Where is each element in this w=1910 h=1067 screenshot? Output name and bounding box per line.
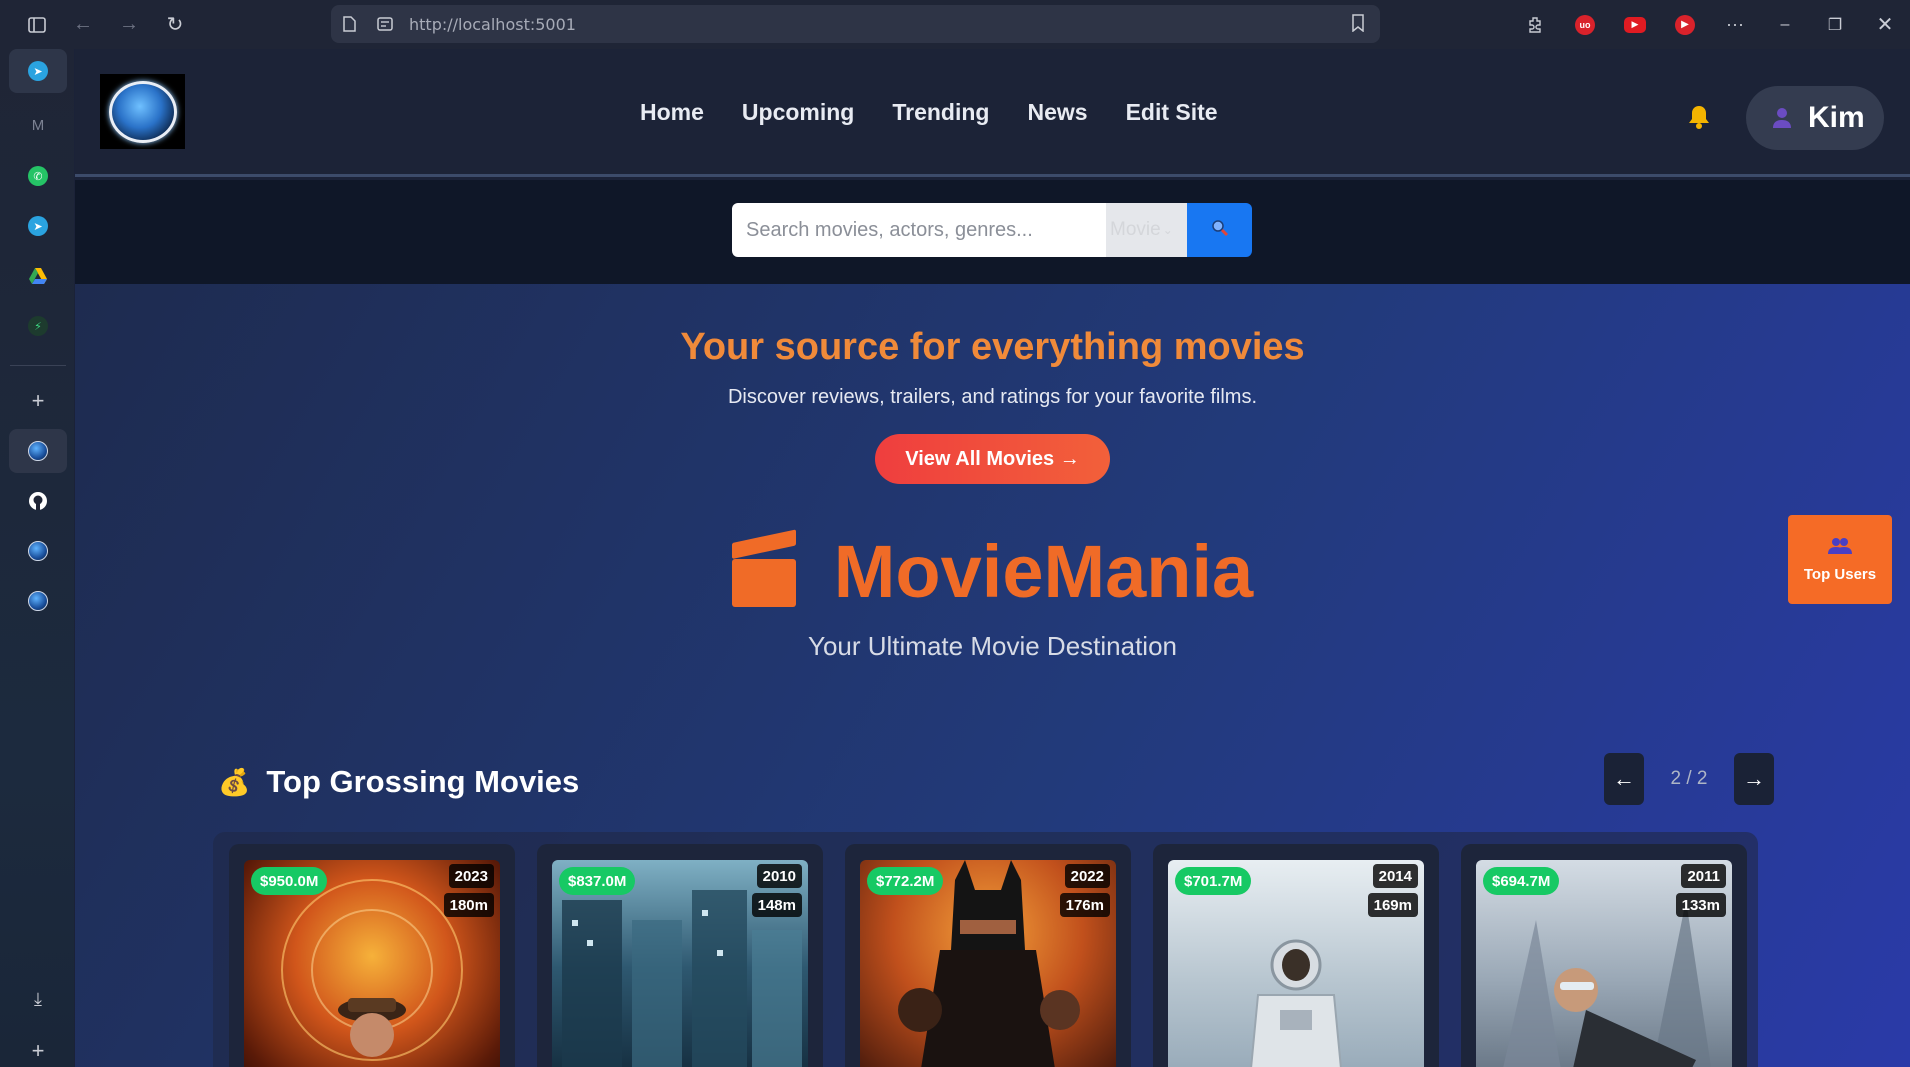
carousel-next-button[interactable]: → (1734, 753, 1774, 805)
search-button[interactable] (1187, 203, 1252, 257)
search-bar-section: Movie⌄ (75, 180, 1910, 284)
search-icon (1211, 219, 1229, 242)
carousel-prev-button[interactable]: ← (1604, 753, 1644, 805)
nav-upcoming[interactable]: Upcoming (742, 99, 854, 126)
gross-badge: $701.7M (1175, 867, 1252, 895)
section-header: 💰 Top Grossing Movies (218, 764, 579, 800)
runtime-badge: 148m (751, 893, 802, 917)
globe-logo-icon (108, 80, 177, 143)
hero-title: Your source for everything movies (680, 326, 1305, 368)
movie-card[interactable]: $950.0M 2023 180m (229, 844, 515, 1067)
globe-tab-icon-2[interactable] (9, 579, 67, 623)
movie-card[interactable]: $701.7M 2014 169m (1153, 844, 1439, 1067)
minimize-icon[interactable]: – (1760, 0, 1810, 49)
main-nav: Home Upcoming Trending News Edit Site (640, 99, 1256, 126)
user-menu-button[interactable]: Kim (1746, 86, 1884, 150)
favorites-icon[interactable] (1350, 14, 1366, 37)
nav-home[interactable]: Home (640, 99, 704, 126)
runtime-badge: 133m (1675, 893, 1726, 917)
forward-icon[interactable]: → (106, 0, 152, 49)
brand-name: MovieMania (833, 530, 1254, 613)
sidebar-toggle-icon[interactable] (14, 0, 60, 49)
browser-toolbar: ← → ↻ http://localhost:5001 uo ▶ ▶ ··· –… (0, 0, 1910, 49)
site-info-icon[interactable] (367, 5, 403, 43)
bolt-sidebar-icon[interactable]: ⚡ (9, 304, 67, 348)
add-sidebar-app-icon[interactable]: + (9, 379, 67, 423)
runtime-badge: 169m (1367, 893, 1418, 917)
movie-poster[interactable]: $837.0M 2010 148m (552, 860, 808, 1067)
ublock-icon[interactable]: uo (1560, 0, 1610, 49)
money-bag-icon: 💰 (218, 766, 251, 797)
youtube-player-icon[interactable]: ▶ (1660, 0, 1710, 49)
globe-tab-icon[interactable] (9, 529, 67, 573)
url-text: http://localhost:5001 (409, 14, 576, 34)
github-sidebar-icon[interactable] (9, 479, 67, 523)
view-all-movies-button[interactable]: View All Movies → (875, 434, 1110, 484)
brand-banner: MovieMania (75, 528, 1910, 614)
page-icon (331, 5, 367, 43)
nav-edit-site[interactable]: Edit Site (1126, 99, 1218, 126)
extensions-icon[interactable] (1510, 0, 1560, 49)
movie-card[interactable]: $837.0M 2010 148m (537, 844, 823, 1067)
year-badge: 2022 (1064, 864, 1110, 888)
user-name: Kim (1808, 101, 1865, 134)
year-badge: 2011 (1681, 864, 1726, 888)
browser-sidebar: ➤ M ✆ ➤ ⚡ + ⤓ + (0, 49, 74, 1067)
telegram-sidebar-icon[interactable]: ➤ (9, 49, 67, 93)
youtube-extension-icon[interactable]: ▶ (1610, 0, 1660, 49)
gross-badge: $694.7M (1483, 867, 1560, 895)
users-icon (1828, 537, 1852, 560)
carousel-pager: ← 2 / 2 → (1604, 753, 1774, 805)
downloads-icon[interactable]: ⤓ (9, 977, 67, 1021)
nav-news[interactable]: News (1027, 99, 1087, 126)
year-badge: 2010 (756, 864, 802, 888)
gross-badge: $837.0M (559, 867, 636, 895)
top-users-button[interactable]: Top Users (1788, 515, 1892, 604)
hero-section: Your source for everything movies Discov… (75, 284, 1910, 1067)
movie-carousel: $950.0M 2023 180m $837.0M 2010 148m $772… (213, 832, 1758, 1067)
carousel-page-indicator: 2 / 2 (1670, 768, 1708, 789)
movie-poster[interactable]: $772.2M 2022 176m (860, 860, 1116, 1067)
clapperboard-icon (731, 528, 796, 607)
year-badge: 2014 (1372, 864, 1418, 888)
search-input[interactable] (746, 218, 1106, 242)
movie-poster[interactable]: $694.7M 2011 133m (1476, 860, 1732, 1067)
search-type-select[interactable]: Movie ⌄ (1106, 203, 1187, 257)
notification-bell-icon[interactable] (1687, 104, 1711, 137)
year-badge: 2023 (448, 864, 494, 888)
runtime-badge: 176m (1059, 893, 1110, 917)
reload-icon[interactable]: ↻ (152, 0, 198, 49)
hero-subtitle: Discover reviews, trailers, and ratings … (727, 386, 1258, 408)
user-avatar-icon (1772, 107, 1794, 129)
browser-extensions: uo ▶ ▶ ··· – ❐ ✕ (1510, 0, 1910, 49)
gross-badge: $950.0M (251, 867, 328, 895)
address-bar[interactable]: http://localhost:5001 (331, 5, 1380, 43)
site-logo[interactable] (100, 74, 185, 149)
runtime-badge: 180m (443, 893, 494, 917)
telegram-sidebar-icon-2[interactable]: ➤ (9, 204, 67, 248)
restore-icon[interactable]: ❐ (1810, 0, 1860, 49)
whatsapp-sidebar-icon[interactable]: ✆ (9, 154, 67, 198)
search-type-value: Movie (1110, 219, 1161, 240)
webpage: Home Upcoming Trending News Edit Site Ki… (75, 49, 1910, 1067)
brand-tagline: Your Ultimate Movie Destination (808, 631, 1177, 661)
nav-trending[interactable]: Trending (892, 99, 989, 126)
gmail-sidebar-icon[interactable]: M (9, 103, 67, 147)
add-icon[interactable]: + (9, 1029, 67, 1067)
google-drive-sidebar-icon[interactable] (9, 254, 67, 298)
search-field-wrapper (732, 203, 1106, 257)
movie-poster[interactable]: $701.7M 2014 169m (1168, 860, 1424, 1067)
site-header: Home Upcoming Trending News Edit Site Ki… (75, 49, 1910, 177)
close-window-icon[interactable]: ✕ (1860, 0, 1910, 49)
top-users-label: Top Users (1803, 565, 1877, 583)
more-menu-icon[interactable]: ··· (1710, 0, 1760, 49)
section-title: Top Grossing Movies (266, 764, 580, 799)
movie-card[interactable]: $694.7M 2011 133m (1461, 844, 1747, 1067)
movie-poster[interactable]: $950.0M 2023 180m (244, 860, 500, 1067)
back-icon[interactable]: ← (60, 0, 106, 49)
gross-badge: $772.2M (867, 867, 944, 895)
movie-card[interactable]: $772.2M 2022 176m (845, 844, 1131, 1067)
moviemania-tab-icon[interactable] (9, 429, 67, 473)
